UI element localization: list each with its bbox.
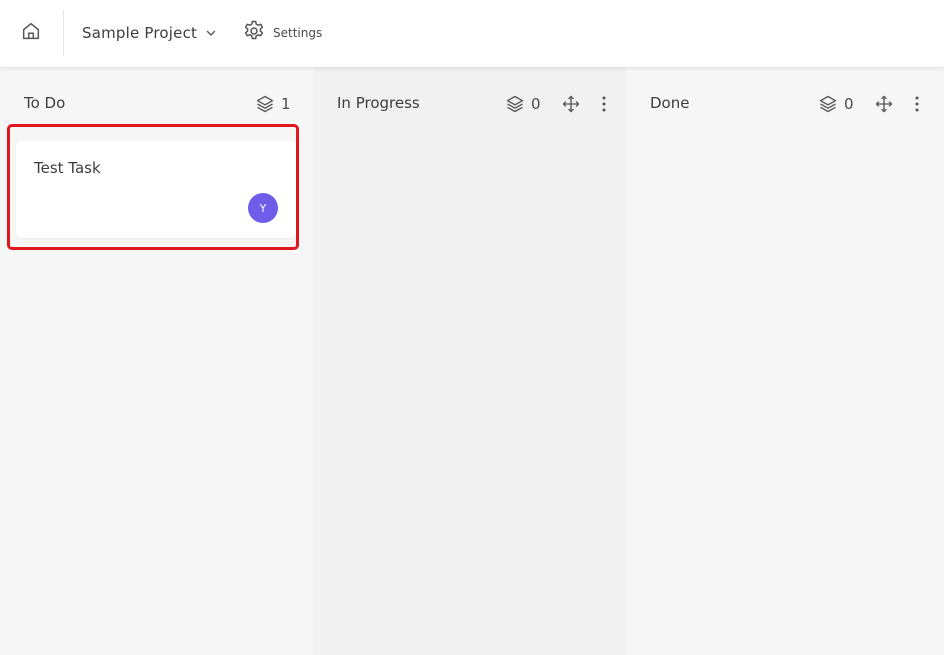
kanban-board: To Do 1 Test Task Y In Progress 0 Done 0 bbox=[0, 67, 944, 655]
more-vertical-icon[interactable] bbox=[914, 95, 920, 113]
layers-icon bbox=[818, 94, 838, 114]
column-to-do: To Do 1 Test Task Y bbox=[0, 67, 313, 655]
column-header: To Do 1 bbox=[0, 92, 313, 116]
move-icon[interactable] bbox=[874, 94, 894, 114]
top-bar: Sample Project Settings bbox=[0, 0, 944, 67]
more-vertical-icon[interactable] bbox=[601, 95, 607, 113]
column-title: To Do bbox=[24, 94, 66, 112]
gear-icon bbox=[242, 19, 266, 47]
chevron-down-icon bbox=[205, 24, 217, 43]
home-button[interactable] bbox=[18, 20, 44, 46]
column-title: In Progress bbox=[337, 94, 420, 112]
column-header: Done 0 bbox=[626, 92, 944, 116]
home-icon bbox=[20, 20, 42, 46]
column-tools: 0 bbox=[505, 92, 607, 116]
column-tools: 0 bbox=[818, 92, 920, 116]
settings-label: Settings bbox=[273, 26, 323, 40]
column-title: Done bbox=[650, 94, 690, 112]
project-selector[interactable]: Sample Project bbox=[82, 21, 217, 45]
settings-button[interactable]: Settings bbox=[242, 19, 323, 47]
column-done: Done 0 bbox=[626, 67, 944, 655]
project-name: Sample Project bbox=[82, 24, 198, 42]
layers-icon bbox=[255, 94, 275, 114]
task-count: 0 bbox=[844, 95, 854, 113]
column-tools: 1 bbox=[255, 92, 291, 116]
column-header: In Progress 0 bbox=[313, 92, 626, 116]
move-icon[interactable] bbox=[561, 94, 581, 114]
header-divider bbox=[63, 10, 64, 56]
layers-icon bbox=[505, 94, 525, 114]
avatar[interactable]: Y bbox=[248, 193, 278, 223]
task-count: 0 bbox=[531, 95, 541, 113]
task-title: Test Task bbox=[34, 159, 101, 177]
column-in-progress: In Progress 0 bbox=[313, 67, 626, 655]
task-count: 1 bbox=[281, 95, 291, 113]
task-card[interactable]: Test Task Y bbox=[16, 141, 296, 238]
